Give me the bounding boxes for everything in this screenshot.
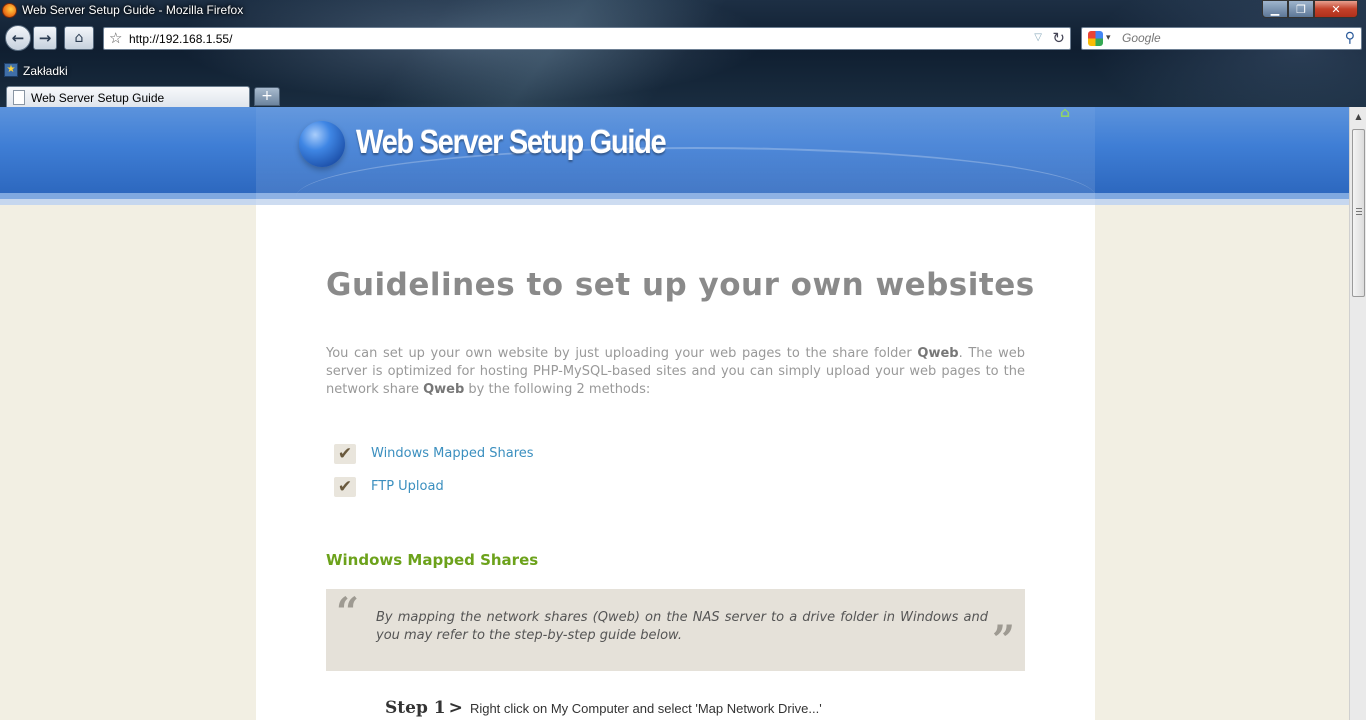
step-1: Step 1 > Right click on My Computer and s… (385, 698, 822, 718)
tab-strip: Web Server Setup Guide + (0, 84, 1366, 107)
site-header-banner: Web Server Setup Guide (256, 107, 1095, 205)
url-history-dropdown-icon[interactable]: ▽ (1034, 32, 1042, 43)
google-engine-icon[interactable] (1088, 31, 1103, 46)
window-titlebar: Web Server Setup Guide - Mozilla Firefox… (0, 0, 1366, 22)
minimize-button[interactable]: ▁ (1262, 0, 1288, 18)
scroll-up-arrow-icon[interactable]: ▲ (1352, 110, 1365, 123)
method-list: ✔ Windows Mapped Shares ✔ FTP Upload (334, 437, 534, 503)
section-heading: Windows Mapped Shares (326, 551, 539, 569)
page-title: Guidelines to set up your own websites (326, 267, 1035, 303)
reload-icon[interactable]: ↻ (1052, 29, 1065, 47)
windows-mapped-shares-link[interactable]: Windows Mapped Shares (371, 446, 534, 461)
intro-bold-qweb-2: Qweb (423, 382, 465, 397)
bookmarks-folder-icon[interactable]: ★ (4, 63, 18, 77)
checkmark-icon: ✔ (334, 443, 356, 464)
list-item: ✔ FTP Upload (334, 470, 534, 503)
list-item: ✔ Windows Mapped Shares (334, 437, 534, 470)
window-controls: ▁ ❐ ✕ (1262, 0, 1358, 18)
step-arrow-icon: > (448, 698, 463, 718)
bookmarks-menu[interactable]: Zakładki (23, 64, 68, 78)
intro-bold-qweb-1: Qweb (917, 346, 959, 361)
site-home-icon[interactable]: ⌂ (1060, 107, 1078, 120)
main-content: Guidelines to set up your own websites Y… (256, 205, 1095, 720)
url-bar[interactable]: ☆ http://192.168.1.55/ ▽ ↻ (103, 27, 1071, 50)
vertical-scrollbar[interactable]: ▲ (1349, 107, 1366, 720)
step-label: Step 1 (385, 698, 446, 718)
checkmark-icon: ✔ (334, 476, 356, 497)
forward-button[interactable]: → (33, 26, 57, 50)
navigation-toolbar: ← → ⌂ ☆ http://192.168.1.55/ ▽ ↻ ▾ ⚲ (0, 24, 1366, 52)
back-button[interactable]: ← (5, 25, 31, 51)
quote-box: “ By mapping the network shares (Qweb) o… (326, 589, 1025, 671)
browser-chrome: Web Server Setup Guide - Mozilla Firefox… (0, 0, 1366, 107)
url-text[interactable]: http://192.168.1.55/ (129, 32, 232, 46)
bookmarks-toolbar: ★ Zakładki (0, 62, 1366, 80)
window-title: Web Server Setup Guide - Mozilla Firefox (22, 3, 244, 17)
tab-web-server-setup-guide[interactable]: Web Server Setup Guide (6, 86, 250, 107)
ftp-upload-link[interactable]: FTP Upload (371, 479, 444, 494)
search-input[interactable] (1122, 31, 1332, 45)
intro-paragraph: You can set up your own website by just … (326, 345, 1025, 399)
home-button[interactable]: ⌂ (64, 26, 94, 50)
close-button[interactable]: ✕ (1314, 0, 1358, 18)
intro-text-1: You can set up your own website by just … (326, 346, 918, 361)
quote-text: By mapping the network shares (Qweb) on … (376, 610, 988, 643)
scroll-grip (1356, 208, 1362, 216)
firefox-logo-icon (2, 3, 17, 18)
new-tab-button[interactable]: + (254, 87, 280, 106)
maximize-button[interactable]: ❐ (1288, 0, 1314, 18)
open-quote-icon: “ (336, 589, 360, 636)
search-bar[interactable]: ▾ ⚲ (1081, 27, 1362, 50)
search-icon[interactable]: ⚲ (1345, 30, 1355, 46)
close-quote-icon: ” (991, 617, 1015, 664)
page-viewport: Web Server Setup Guide ⌂ Guidelines to s… (0, 107, 1349, 720)
site-logo-text: Web Server Setup Guide (356, 123, 667, 160)
bookmark-star-icon[interactable]: ☆ (109, 29, 122, 47)
scroll-thumb[interactable] (1352, 129, 1365, 297)
intro-text-3: by the following 2 methods: (464, 382, 651, 397)
search-engine-dropdown-icon[interactable]: ▾ (1106, 33, 1111, 43)
step-text: Right click on My Computer and select 'M… (469, 701, 822, 716)
page-icon (13, 90, 25, 105)
logo-orb-icon (299, 121, 345, 167)
tab-label: Web Server Setup Guide (31, 91, 165, 105)
